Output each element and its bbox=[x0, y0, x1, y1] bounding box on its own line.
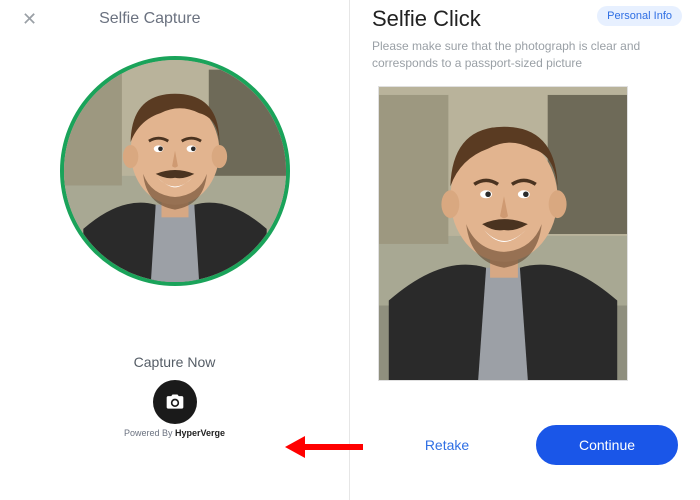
selfie-preview-photo bbox=[379, 87, 627, 380]
capture-header: ✕ Selfie Capture bbox=[18, 10, 331, 28]
review-header: Selfie Click Personal Info bbox=[372, 6, 682, 32]
review-panel: Selfie Click Personal Info Please make s… bbox=[350, 0, 700, 500]
capture-title: Selfie Capture bbox=[99, 10, 200, 28]
camera-icon bbox=[165, 392, 185, 412]
review-actions: Retake Continue bbox=[372, 425, 682, 465]
review-instructions: Please make sure that the photograph is … bbox=[372, 38, 652, 72]
selfie-capture-ring bbox=[60, 56, 290, 286]
continue-button[interactable]: Continue bbox=[536, 425, 678, 465]
personal-info-badge[interactable]: Personal Info bbox=[597, 6, 682, 26]
selfie-photo bbox=[64, 60, 286, 282]
shutter-area: Powered By HyperVerge bbox=[18, 380, 331, 438]
shutter-button[interactable] bbox=[153, 380, 197, 424]
capture-panel: ✕ Selfie Capture bbox=[0, 0, 350, 500]
review-title: Selfie Click bbox=[372, 6, 481, 32]
capture-now-label: Capture Now bbox=[18, 354, 331, 370]
retake-button[interactable]: Retake bbox=[376, 425, 518, 465]
close-icon[interactable]: ✕ bbox=[22, 10, 37, 28]
powered-by-label: Powered By HyperVerge bbox=[124, 428, 225, 438]
selfie-preview bbox=[378, 86, 628, 381]
